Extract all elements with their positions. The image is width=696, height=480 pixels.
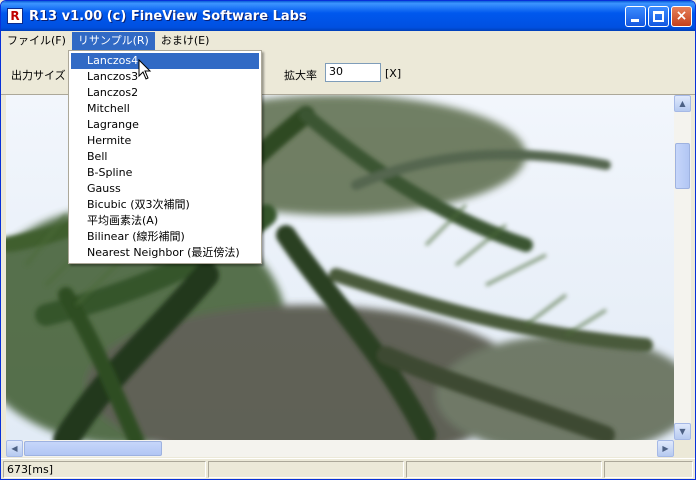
app-icon[interactable]: R <box>7 8 23 24</box>
minimize-icon <box>631 19 639 22</box>
menu-bar: ファイル(F) リサンプル(R) おまけ(E) <box>1 31 695 50</box>
app-window: R R13 v1.00 (c) FineView Software Labs ×… <box>0 0 696 480</box>
status-cell-2 <box>208 461 404 478</box>
arrow-up-icon: ▲ <box>679 99 686 108</box>
maximize-button[interactable] <box>648 6 669 27</box>
status-elapsed: 673[ms] <box>3 461 206 478</box>
scroll-up-button[interactable]: ▲ <box>674 95 691 112</box>
menu-item-lanczos4[interactable]: Lanczos4 <box>71 53 259 69</box>
status-cell-3 <box>406 461 602 478</box>
minimize-button[interactable] <box>625 6 646 27</box>
menu-resample[interactable]: リサンプル(R) <box>71 31 155 50</box>
menu-item-bspline[interactable]: B-Spline <box>71 165 259 181</box>
output-size-label: 出力サイズ <box>11 69 66 82</box>
menu-item-area-average[interactable]: 平均画素法(A) <box>71 213 259 229</box>
menu-item-bicubic[interactable]: Bicubic (双3次補間) <box>71 197 259 213</box>
menu-item-lanczos3[interactable]: Lanczos3 <box>71 69 259 85</box>
arrow-right-icon: ▶ <box>662 444 669 453</box>
close-button[interactable]: × <box>671 6 692 27</box>
scroll-left-button[interactable]: ◀ <box>6 440 23 457</box>
menu-item-bilinear[interactable]: Bilinear (線形補間) <box>71 229 259 245</box>
menu-item-gauss[interactable]: Gauss <box>71 181 259 197</box>
scroll-corner <box>674 440 691 457</box>
menu-item-bell[interactable]: Bell <box>71 149 259 165</box>
zoom-input[interactable]: 30 <box>325 63 381 82</box>
zoom-unit-label: [X] <box>385 67 402 80</box>
resample-dropdown-menu: Lanczos4 Lanczos3 Lanczos2 Mitchell Lagr… <box>68 50 262 264</box>
arrow-down-icon: ▼ <box>679 427 686 436</box>
status-bar: 673[ms] <box>1 458 695 479</box>
zoom-label: 拡大率 <box>284 69 317 82</box>
title-bar[interactable]: R R13 v1.00 (c) FineView Software Labs × <box>1 1 695 31</box>
vertical-scrollbar[interactable]: ▲ ▼ <box>674 95 691 440</box>
close-icon: × <box>675 8 688 24</box>
window-title: R13 v1.00 (c) FineView Software Labs <box>29 8 307 24</box>
horizontal-scroll-thumb[interactable] <box>24 441 162 456</box>
menu-file[interactable]: ファイル(F) <box>1 32 72 50</box>
vertical-scroll-thumb[interactable] <box>675 143 690 189</box>
menu-item-lagrange[interactable]: Lagrange <box>71 117 259 133</box>
status-cell-4 <box>604 461 693 478</box>
menu-item-nearest-neighbor[interactable]: Nearest Neighbor (最近傍法) <box>71 245 259 261</box>
scroll-right-button[interactable]: ▶ <box>657 440 674 457</box>
maximize-icon <box>653 11 664 22</box>
mouse-pointer-icon <box>138 59 152 80</box>
menu-item-hermite[interactable]: Hermite <box>71 133 259 149</box>
scroll-down-button[interactable]: ▼ <box>674 423 691 440</box>
arrow-left-icon: ◀ <box>11 444 18 453</box>
menu-item-lanczos2[interactable]: Lanczos2 <box>71 85 259 101</box>
menu-item-mitchell[interactable]: Mitchell <box>71 101 259 117</box>
horizontal-scrollbar[interactable]: ◀ ▶ <box>6 440 674 457</box>
menu-extras[interactable]: おまけ(E) <box>155 32 216 50</box>
